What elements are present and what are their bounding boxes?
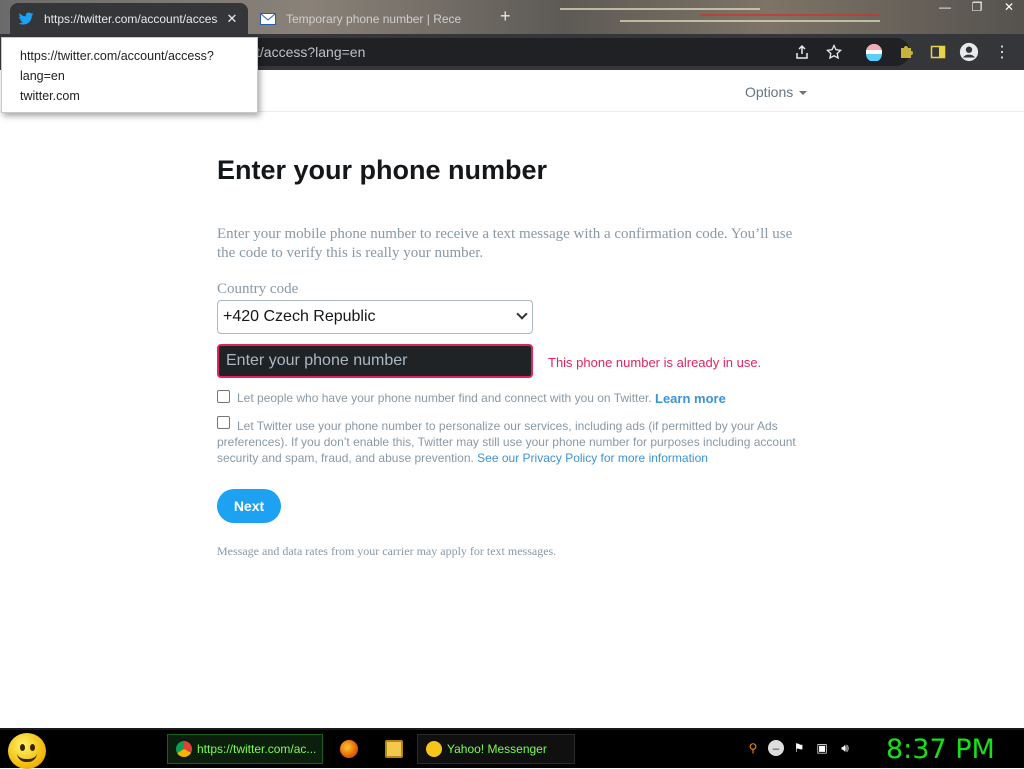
extensions-puzzle-icon[interactable] xyxy=(896,42,916,62)
window-controls: — ❐ ✕ xyxy=(938,0,1016,14)
smiley-eye xyxy=(20,744,25,751)
phone-placeholder: Enter your phone number xyxy=(226,352,408,369)
taskbar-chrome-window[interactable]: https://twitter.com/ac... xyxy=(167,734,323,764)
task-label: Yahoo! Messenger xyxy=(447,742,547,756)
taskbar: https://twitter.com/ac... Yahoo! Messeng… xyxy=(0,728,1024,769)
options-dropdown[interactable]: Options xyxy=(745,84,808,100)
system-tray: ⚲ – ⚑ ▣ 🔊︎ xyxy=(745,740,853,756)
twitter-bird-icon xyxy=(18,11,34,27)
learn-more-link[interactable]: Learn more xyxy=(655,391,726,406)
tooltip-url-line1: https://twitter.com/account/access? xyxy=(20,49,214,63)
search-icon[interactable]: ⚲ xyxy=(745,740,761,756)
phone-error-message: This phone number is already in use. xyxy=(548,355,762,370)
options-label: Options xyxy=(745,84,794,100)
status-icon[interactable]: – xyxy=(768,740,784,756)
intro-text: Enter your mobile phone number to receiv… xyxy=(217,226,793,261)
firefox-icon[interactable] xyxy=(340,740,358,758)
tooltip-domain: twitter.com xyxy=(20,89,80,103)
taskbar-clock[interactable]: 8:37 PM xyxy=(886,734,995,765)
caret-down-icon xyxy=(799,91,808,96)
network-icon[interactable]: ▣ xyxy=(814,740,830,756)
tab-hover-tooltip: https://twitter.com/account/access? lang… xyxy=(1,37,258,113)
side-panel-icon[interactable] xyxy=(928,42,948,62)
wallpaper-streak xyxy=(560,8,760,10)
taskbar-yahoo-messenger[interactable]: Yahoo! Messenger xyxy=(417,734,575,764)
discoverability-checkbox[interactable] xyxy=(217,390,230,403)
volume-icon[interactable]: 🔊︎ xyxy=(837,740,853,756)
country-selected-value: +420 Czech Republic xyxy=(223,308,376,325)
action-center-flag-icon[interactable]: ⚑ xyxy=(791,740,807,756)
smiley-eye xyxy=(30,744,35,751)
phone-number-input[interactable]: Enter your phone number xyxy=(217,344,533,378)
profile-flag-icon[interactable] xyxy=(864,42,884,62)
new-tab-icon[interactable]: + xyxy=(500,7,511,25)
close-window-icon[interactable]: ✕ xyxy=(1002,0,1016,14)
kebab-menu-icon[interactable]: ⋮ xyxy=(992,42,1012,62)
next-button[interactable]: Next xyxy=(217,489,281,523)
folder-icon[interactable] xyxy=(385,740,403,758)
tab-twitter-access[interactable]: https://twitter.com/account/access?lang=… xyxy=(10,3,248,34)
tooltip-url-line2: lang=en xyxy=(20,69,65,83)
tab-title: https://twitter.com/account/access?lang=… xyxy=(44,11,218,26)
page-title: Enter your phone number xyxy=(217,155,548,185)
tab-strip: https://twitter.com/account/access?lang=… xyxy=(0,0,1024,34)
start-smiley-icon[interactable] xyxy=(8,733,46,769)
task-label: https://twitter.com/ac... xyxy=(197,742,317,756)
chevron-down-icon xyxy=(516,308,528,320)
share-icon[interactable] xyxy=(792,42,812,62)
tab-temporary-phone[interactable]: Temporary phone number | Rece xyxy=(252,3,492,34)
bookmark-star-icon[interactable] xyxy=(824,42,844,62)
restore-icon[interactable]: ❐ xyxy=(970,0,984,14)
carrier-rates-note: Message and data rates from your carrier… xyxy=(217,544,557,558)
smiley-mouth xyxy=(17,753,37,762)
chrome-icon xyxy=(176,741,192,757)
mail-envelope-icon xyxy=(260,11,276,27)
wallpaper-streak xyxy=(620,20,880,22)
minimize-icon[interactable]: — xyxy=(938,0,952,14)
country-code-label: Country code xyxy=(217,281,299,297)
account-avatar-icon[interactable] xyxy=(959,42,979,62)
personalization-label: Let Twitter use your phone number to per… xyxy=(217,418,807,466)
discoverability-label: Let people who have your phone number fi… xyxy=(237,391,652,405)
privacy-policy-link[interactable]: See our Privacy Policy for more informat… xyxy=(477,451,708,465)
country-code-select[interactable]: +420 Czech Republic xyxy=(217,300,533,334)
close-tab-icon[interactable]: ✕ xyxy=(224,11,240,27)
wallpaper-streak xyxy=(700,14,880,16)
tab-title: Temporary phone number | Rece xyxy=(286,11,462,26)
yahoo-smiley-icon xyxy=(426,741,442,757)
address-text: t/access?lang=en xyxy=(256,44,366,60)
